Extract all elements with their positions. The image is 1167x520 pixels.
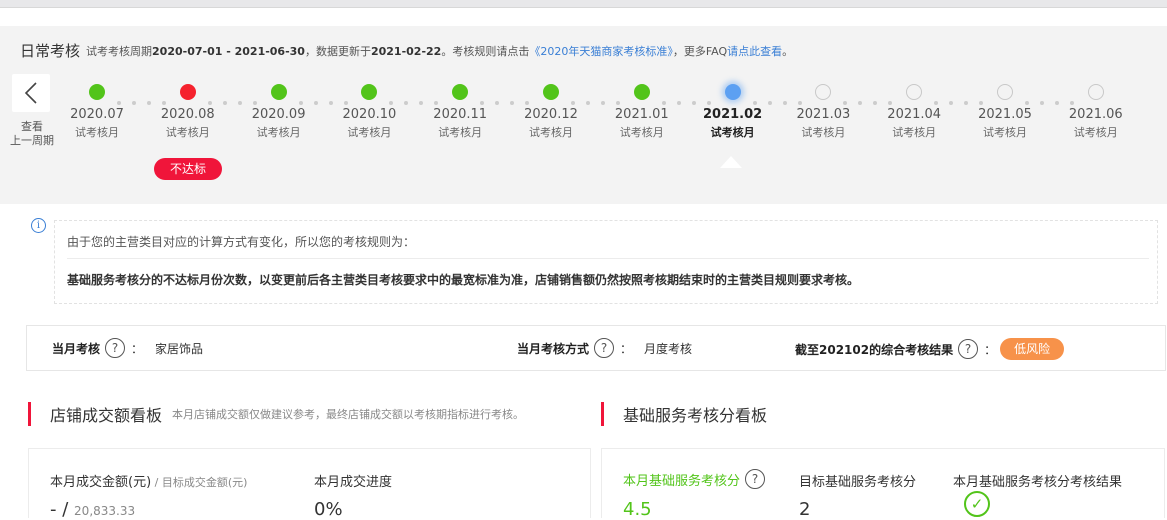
- status-dot-icon: [724, 84, 741, 100]
- monthly-assessment: 当月考核 ? ： 家居饰品: [52, 338, 203, 358]
- monthly-assessment-value: 家居饰品: [155, 341, 204, 356]
- timeline-month-sub: 试考核月: [983, 126, 1027, 139]
- notice-line-1: 由于您的主营类目对应的计算方式有变化，所以您的考核规则为：: [67, 235, 416, 249]
- sales-amount-label: 本月成交金额(元) / 目标成交金额(元): [50, 475, 248, 490]
- faq-link[interactable]: 请点此查看: [727, 45, 782, 58]
- timeline-month-2021-06[interactable]: 2021.06 试考核月: [1056, 84, 1136, 140]
- question-icon[interactable]: ?: [105, 338, 126, 358]
- status-badge-fail: 不达标: [154, 158, 222, 180]
- timeline-month-label: 2020.12: [524, 107, 578, 122]
- sales-progress-value: 0%: [314, 499, 343, 520]
- status-dot-icon: [633, 84, 650, 100]
- timeline-month-label: 2021.01: [614, 107, 669, 122]
- assessment-method-value: 月度考核: [644, 341, 693, 356]
- period: 2020-07-01 - 2021-06-30: [152, 44, 305, 58]
- header: 日常考核 试考考核周期2020-07-01 - 2021-06-30，数据更新于2…: [20, 40, 793, 61]
- header-description: 试考考核周期2020-07-01 - 2021-06-30，数据更新于2021-…: [86, 44, 794, 58]
- question-icon[interactable]: ?: [745, 469, 766, 489]
- status-dot-icon: [270, 84, 287, 100]
- timeline-month-sub: 试考核月: [801, 126, 846, 139]
- service-board-title: 基础服务考核分看板: [623, 406, 768, 425]
- top-bar: [0, 0, 1167, 8]
- service-board-card: 本月基础服务考核分 ? 4.5 目标基础服务考核分 2 本月基础服务考核分考核结…: [601, 448, 1165, 520]
- status-dot-icon: [89, 84, 105, 100]
- status-dot-icon: [543, 84, 559, 100]
- timeline-month-sub: 试考核月: [619, 126, 664, 139]
- prev-period-button[interactable]: [12, 74, 50, 112]
- timeline-month-sub: 试考核月: [1073, 126, 1118, 139]
- status-dot-icon: [1087, 84, 1104, 100]
- sales-board-header: 店铺成交额看板 本月店铺成交额仅做建议参考，最终店铺成交额以考核期指标进行考核。: [28, 402, 524, 426]
- timeline-month-sub: 试考核月: [256, 126, 301, 139]
- timeline-month-label: 2020.08: [160, 107, 215, 122]
- divider: [67, 258, 1149, 259]
- timeline-month-label: 2021.06: [1068, 107, 1123, 122]
- timeline-month-sub: 试考核月: [165, 126, 210, 139]
- timeline-month-sub: 试考核月: [347, 126, 392, 139]
- service-score-label: 本月基础服务考核分 ?: [623, 469, 771, 489]
- sales-board-card: 本月成交金额(元) / 目标成交金额(元) - / 20,833.33 本月成交…: [28, 448, 591, 520]
- timeline-month-sub: 试考核月: [438, 126, 483, 139]
- service-board-header: 基础服务考核分看板: [601, 402, 767, 426]
- rule-notice: 由于您的主营类目对应的计算方式有变化，所以您的考核规则为： 基础服务考核分的不达…: [54, 220, 1158, 304]
- status-dot-icon: [906, 84, 923, 100]
- timeline-panel: 日常考核 试考考核周期2020-07-01 - 2021-06-30，数据更新于2…: [0, 26, 1167, 204]
- timeline-month-label: 2021.05: [978, 107, 1032, 122]
- timeline-month-label: 2020.10: [342, 107, 397, 122]
- service-target-label: 目标基础服务考核分: [799, 475, 917, 490]
- status-dot-icon: [815, 84, 832, 100]
- timeline-month-label: 2021.04: [887, 107, 942, 122]
- sales-progress-label: 本月成交进度: [314, 475, 393, 490]
- info-icon: i: [31, 218, 46, 233]
- question-icon[interactable]: ?: [594, 338, 615, 358]
- timeline-month-label: 2020.09: [251, 107, 306, 122]
- sales-board-note: 本月店铺成交额仅做建议参考，最终店铺成交额以考核期指标进行考核。: [172, 408, 525, 421]
- sales-amount-value: - / 20,833.33: [50, 499, 136, 520]
- timeline-month-sub: 试考核月: [75, 126, 119, 139]
- chevron-left-icon: [24, 82, 37, 104]
- timeline-month-sub: 试考核月: [710, 126, 755, 139]
- prev-period-label[interactable]: 查看 上一周期: [6, 120, 58, 148]
- timeline-month-label: 2020.11: [433, 107, 488, 122]
- status-dot-icon: [179, 84, 196, 100]
- summary-bar: 当月考核 ? ： 家居饰品 当月考核方式 ? ： 月度考核 截至202102的综…: [26, 325, 1166, 371]
- notice-line-2: 基础服务考核分的不达标月份次数，以变更前后各主营类目考核要求中的最宽标准为准，店…: [67, 273, 860, 287]
- sales-board-title: 店铺成交额看板: [50, 406, 163, 425]
- rules-link[interactable]: 《2020年天猫商家考核标准》: [529, 45, 673, 58]
- status-dot-icon: [452, 84, 469, 100]
- assessment-method: 当月考核方式 ? ： 月度考核: [517, 338, 692, 358]
- overall-result: 截至202102的综合考核结果 ? ： 低风险: [795, 338, 1065, 360]
- page-title: 日常考核: [20, 42, 81, 60]
- update-date: 2021-02-22: [370, 44, 442, 58]
- question-icon[interactable]: ?: [958, 339, 979, 359]
- timeline-month-label: 2021.03: [796, 107, 851, 122]
- service-score-value: 4.5: [623, 499, 652, 520]
- status-dot-icon: [997, 84, 1013, 100]
- timeline-month-label: 2021.02: [702, 107, 763, 122]
- service-result-label: 本月基础服务考核分考核结果: [953, 475, 1123, 490]
- timeline-month-sub: 试考核月: [892, 126, 937, 139]
- current-month-pointer: [720, 156, 742, 168]
- timeline-month-sub: 试考核月: [529, 126, 573, 139]
- service-target-value: 2: [799, 499, 811, 520]
- check-circle-icon: ✓: [964, 491, 990, 517]
- status-dot-icon: [361, 84, 378, 100]
- timeline-month-label: 2020.07: [70, 107, 124, 122]
- risk-badge: 低风险: [1000, 338, 1065, 360]
